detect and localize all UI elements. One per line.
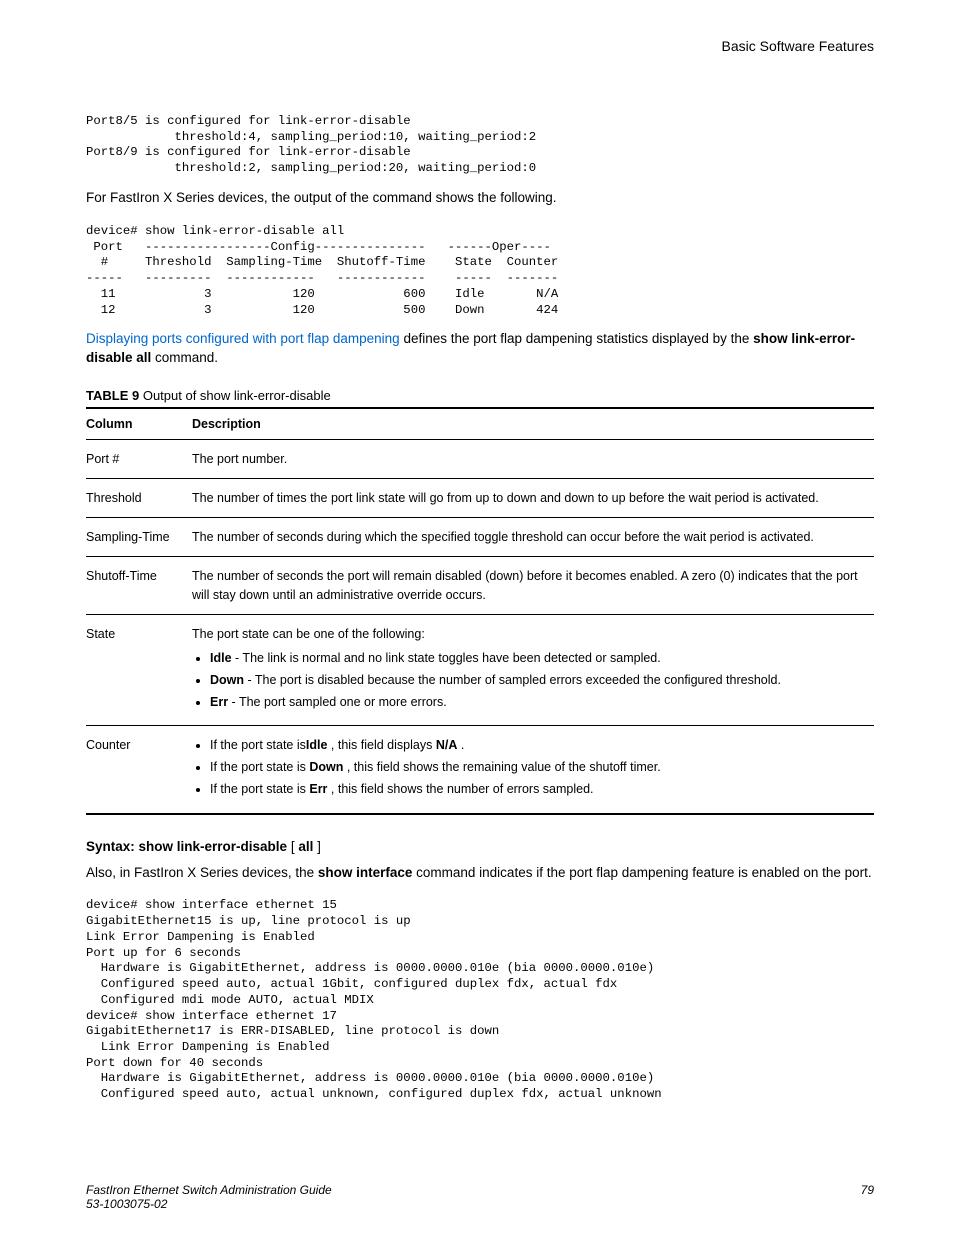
table-label: TABLE 9	[86, 388, 139, 403]
text: - The link is normal and no link state t…	[232, 651, 661, 665]
text: If the port state is	[210, 782, 309, 796]
text: defines the port flap dampening statisti…	[400, 331, 753, 346]
bracket: ]	[313, 839, 321, 854]
syntax-line: Syntax: show link-error-disable [ all ]	[86, 839, 874, 854]
value: N/A	[436, 738, 458, 752]
state-name: Down	[309, 760, 343, 774]
cell-column: Shutoff-Time	[86, 557, 192, 614]
page-header-section: Basic Software Features	[86, 38, 874, 54]
table-row: Sampling-Time The number of seconds duri…	[86, 518, 874, 557]
text: .	[457, 738, 464, 752]
syntax-command: Syntax: show link-error-disable	[86, 839, 287, 854]
cell-description: If the port state isIdle , this field di…	[192, 726, 874, 814]
cell-column: State	[86, 614, 192, 726]
page-number: 79	[861, 1183, 874, 1211]
state-name: Err	[210, 695, 228, 709]
list-item: Err - The port sampled one or more error…	[210, 693, 868, 711]
cell-description: The number of times the port link state …	[192, 479, 874, 518]
text: - The port sampled one or more errors.	[228, 695, 447, 709]
paragraph-show-interface: Also, in FastIron X Series devices, the …	[86, 864, 874, 883]
footer-doc-number: 53-1003075-02	[86, 1197, 332, 1211]
state-name: Idle	[306, 738, 328, 752]
table-title: Output of show link-error-disable	[139, 388, 330, 403]
column-header-description: Description	[192, 408, 874, 440]
table-row: State The port state can be one of the f…	[86, 614, 874, 726]
cell-column: Counter	[86, 726, 192, 814]
cell-description: The number of seconds the port will rema…	[192, 557, 874, 614]
cell-column: Threshold	[86, 479, 192, 518]
text: If the port state is	[210, 760, 309, 774]
page-footer: FastIron Ethernet Switch Administration …	[86, 1183, 874, 1211]
cell-description: The port state can be one of the followi…	[192, 614, 874, 726]
output-description-table: Column Description Port # The port numbe…	[86, 407, 874, 815]
code-sample-port-config: Port8/5 is configured for link-error-dis…	[86, 114, 874, 177]
text: If the port state is	[210, 738, 306, 752]
text: , this field displays	[327, 738, 435, 752]
table-row: Counter If the port state isIdle , this …	[86, 726, 874, 814]
table-row: Threshold The number of times the port l…	[86, 479, 874, 518]
code-sample-show-interface: device# show interface ethernet 15 Gigab…	[86, 898, 874, 1103]
paragraph-table-intro: Displaying ports configured with port fl…	[86, 330, 874, 368]
text: - The port is disabled because the numbe…	[244, 673, 781, 687]
footer-doc-title: FastIron Ethernet Switch Administration …	[86, 1183, 332, 1197]
cell-column: Port #	[86, 440, 192, 479]
list-item: If the port state isIdle , this field di…	[210, 736, 868, 754]
bracket: [	[287, 839, 298, 854]
text: The port state can be one of the followi…	[192, 627, 425, 641]
code-sample-show-link-error: device# show link-error-disable all Port…	[86, 224, 874, 318]
command-name: show interface	[318, 865, 413, 880]
cell-description: The number of seconds during which the s…	[192, 518, 874, 557]
text: command.	[151, 350, 218, 365]
syntax-option: all	[298, 839, 313, 854]
link-displaying-ports[interactable]: Displaying ports configured with port fl…	[86, 331, 400, 346]
text: command indicates if the port flap dampe…	[412, 865, 871, 880]
state-name: Idle	[210, 651, 232, 665]
state-name: Down	[210, 673, 244, 687]
list-item: If the port state is Down , this field s…	[210, 758, 868, 776]
list-item: Idle - The link is normal and no link st…	[210, 649, 868, 667]
state-name: Err	[309, 782, 327, 796]
cell-description: The port number.	[192, 440, 874, 479]
text: , this field shows the remaining value o…	[343, 760, 660, 774]
text: Also, in FastIron X Series devices, the	[86, 865, 318, 880]
list-item: Down - The port is disabled because the …	[210, 671, 868, 689]
table-row: Port # The port number.	[86, 440, 874, 479]
paragraph-fastiron-output: For FastIron X Series devices, the outpu…	[86, 189, 874, 208]
cell-column: Sampling-Time	[86, 518, 192, 557]
list-item: If the port state is Err , this field sh…	[210, 780, 868, 798]
text: , this field shows the number of errors …	[327, 782, 593, 796]
table-row: Shutoff-Time The number of seconds the p…	[86, 557, 874, 614]
table-caption: TABLE 9 Output of show link-error-disabl…	[86, 388, 874, 403]
column-header-column: Column	[86, 408, 192, 440]
